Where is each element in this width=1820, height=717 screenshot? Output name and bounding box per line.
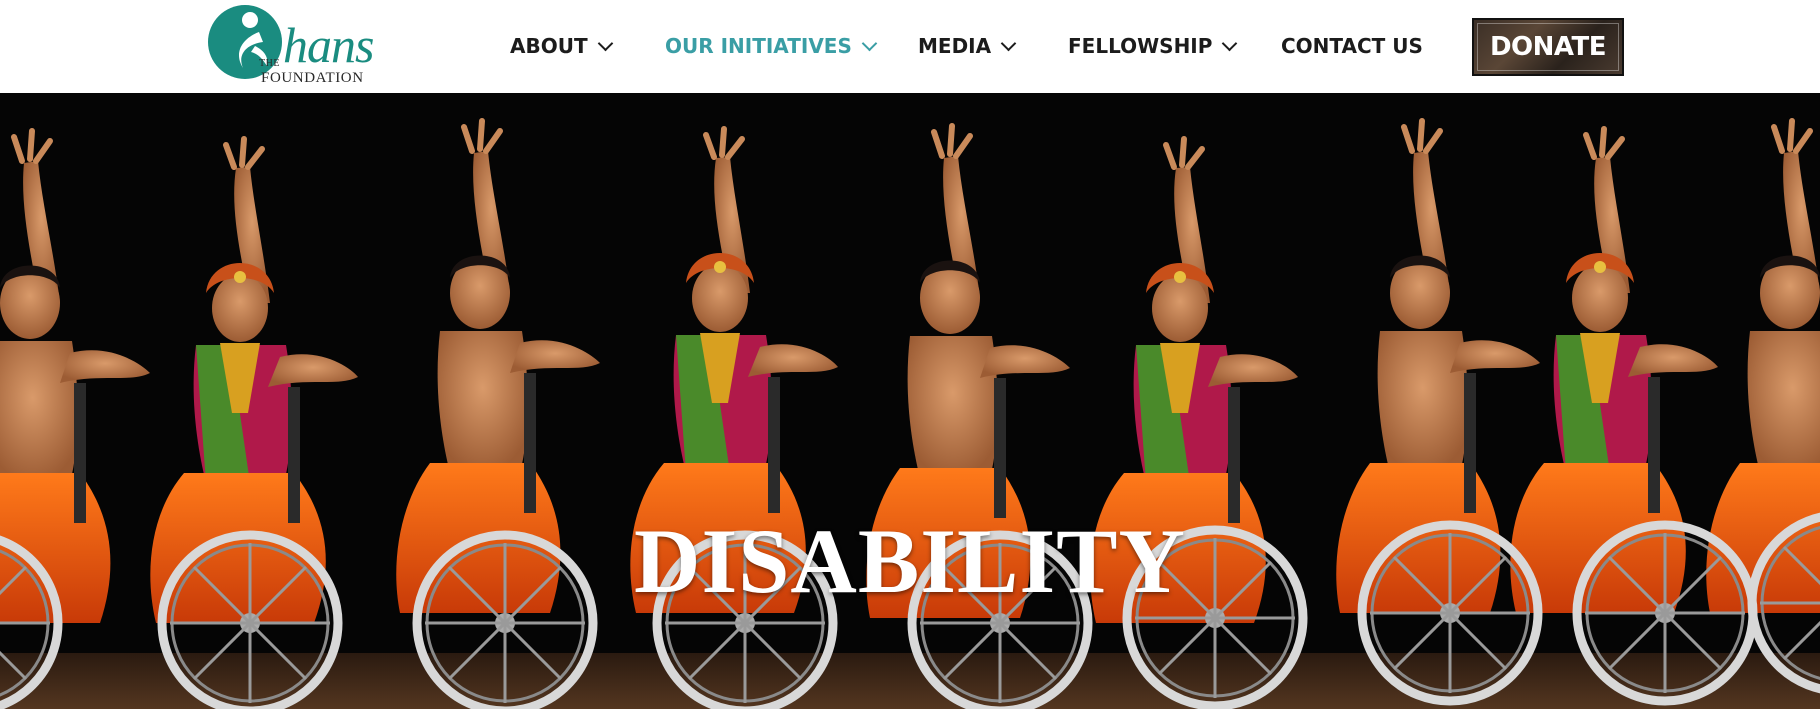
- nav-our-initiatives-label: OUR INITIATIVES: [665, 34, 852, 58]
- hero-bottom-edge: [0, 709, 1820, 717]
- nav-our-initiatives[interactable]: OUR INITIATIVES: [665, 32, 878, 60]
- nav-media[interactable]: MEDIA: [918, 32, 1017, 60]
- site-header: THE hans FOUNDATION ABOUT OUR INITIATIVE…: [0, 0, 1820, 93]
- page: THE hans FOUNDATION ABOUT OUR INITIATIVE…: [0, 0, 1820, 717]
- hero-banner: DISABILITY: [0, 93, 1820, 717]
- nav-fellowship[interactable]: FELLOWSHIP: [1068, 32, 1238, 60]
- nav-about-label: ABOUT: [510, 34, 588, 58]
- nav-contact-us[interactable]: CONTACT US: [1281, 32, 1423, 60]
- main-nav: ABOUT OUR INITIATIVES MEDIA FELLOWSHIP C…: [0, 0, 1820, 93]
- chevron-down-icon: [597, 35, 613, 51]
- nav-about[interactable]: ABOUT: [510, 32, 613, 60]
- nav-contact-us-label: CONTACT US: [1281, 34, 1423, 58]
- chevron-down-icon: [1222, 35, 1238, 51]
- nav-fellowship-label: FELLOWSHIP: [1068, 34, 1213, 58]
- donate-button-label: DONATE: [1489, 32, 1607, 62]
- chevron-down-icon: [861, 35, 878, 51]
- nav-media-label: MEDIA: [918, 34, 992, 58]
- chevron-down-icon: [1000, 35, 1017, 51]
- donate-button[interactable]: DONATE: [1472, 18, 1624, 76]
- hero-title: DISABILITY: [634, 510, 1186, 612]
- hero-photo-dancers-in-wheelchairs: [0, 93, 1820, 717]
